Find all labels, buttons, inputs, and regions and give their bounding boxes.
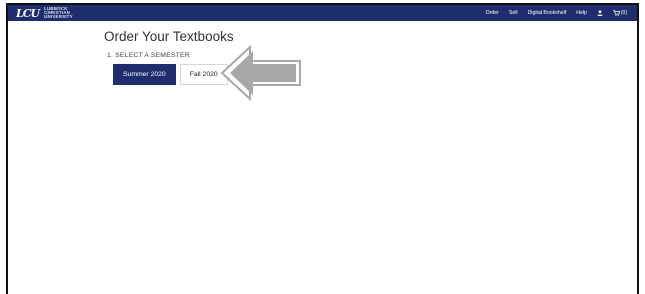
- nav-help[interactable]: Help: [576, 10, 587, 16]
- page-title: Order Your Textbooks: [104, 29, 234, 44]
- nav-digital-bookshelf[interactable]: Digital Bookshelf: [528, 10, 567, 16]
- step-label: 1. SELECT A SEMESTER: [107, 52, 190, 59]
- logo-line-3: UNIVERSITY: [44, 14, 73, 20]
- semester-options: Summer 2020 Fall 2020: [113, 64, 232, 85]
- cart-icon: [612, 10, 620, 16]
- logo-wordmark: LUBBOCK CHRISTIAN UNIVERSITY: [44, 6, 73, 20]
- left-arrow-icon: [220, 45, 301, 101]
- semester-button-summer-2020[interactable]: Summer 2020: [113, 64, 176, 85]
- nav-order[interactable]: Order: [486, 10, 499, 16]
- cart-link[interactable]: (0): [612, 10, 627, 16]
- user-icon[interactable]: [597, 10, 603, 16]
- nav-sell[interactable]: Sell: [509, 10, 518, 16]
- lcu-monogram: LCU: [16, 6, 40, 20]
- nav-links: Order Sell Digital Bookshelf Help (0): [476, 5, 627, 21]
- cart-count: (0): [620, 10, 627, 16]
- browser-frame: LCU LUBBOCK CHRISTIAN UNIVERSITY Order S…: [6, 3, 639, 294]
- university-logo[interactable]: LCU LUBBOCK CHRISTIAN UNIVERSITY: [16, 6, 73, 20]
- top-navbar: LCU LUBBOCK CHRISTIAN UNIVERSITY Order S…: [8, 5, 637, 21]
